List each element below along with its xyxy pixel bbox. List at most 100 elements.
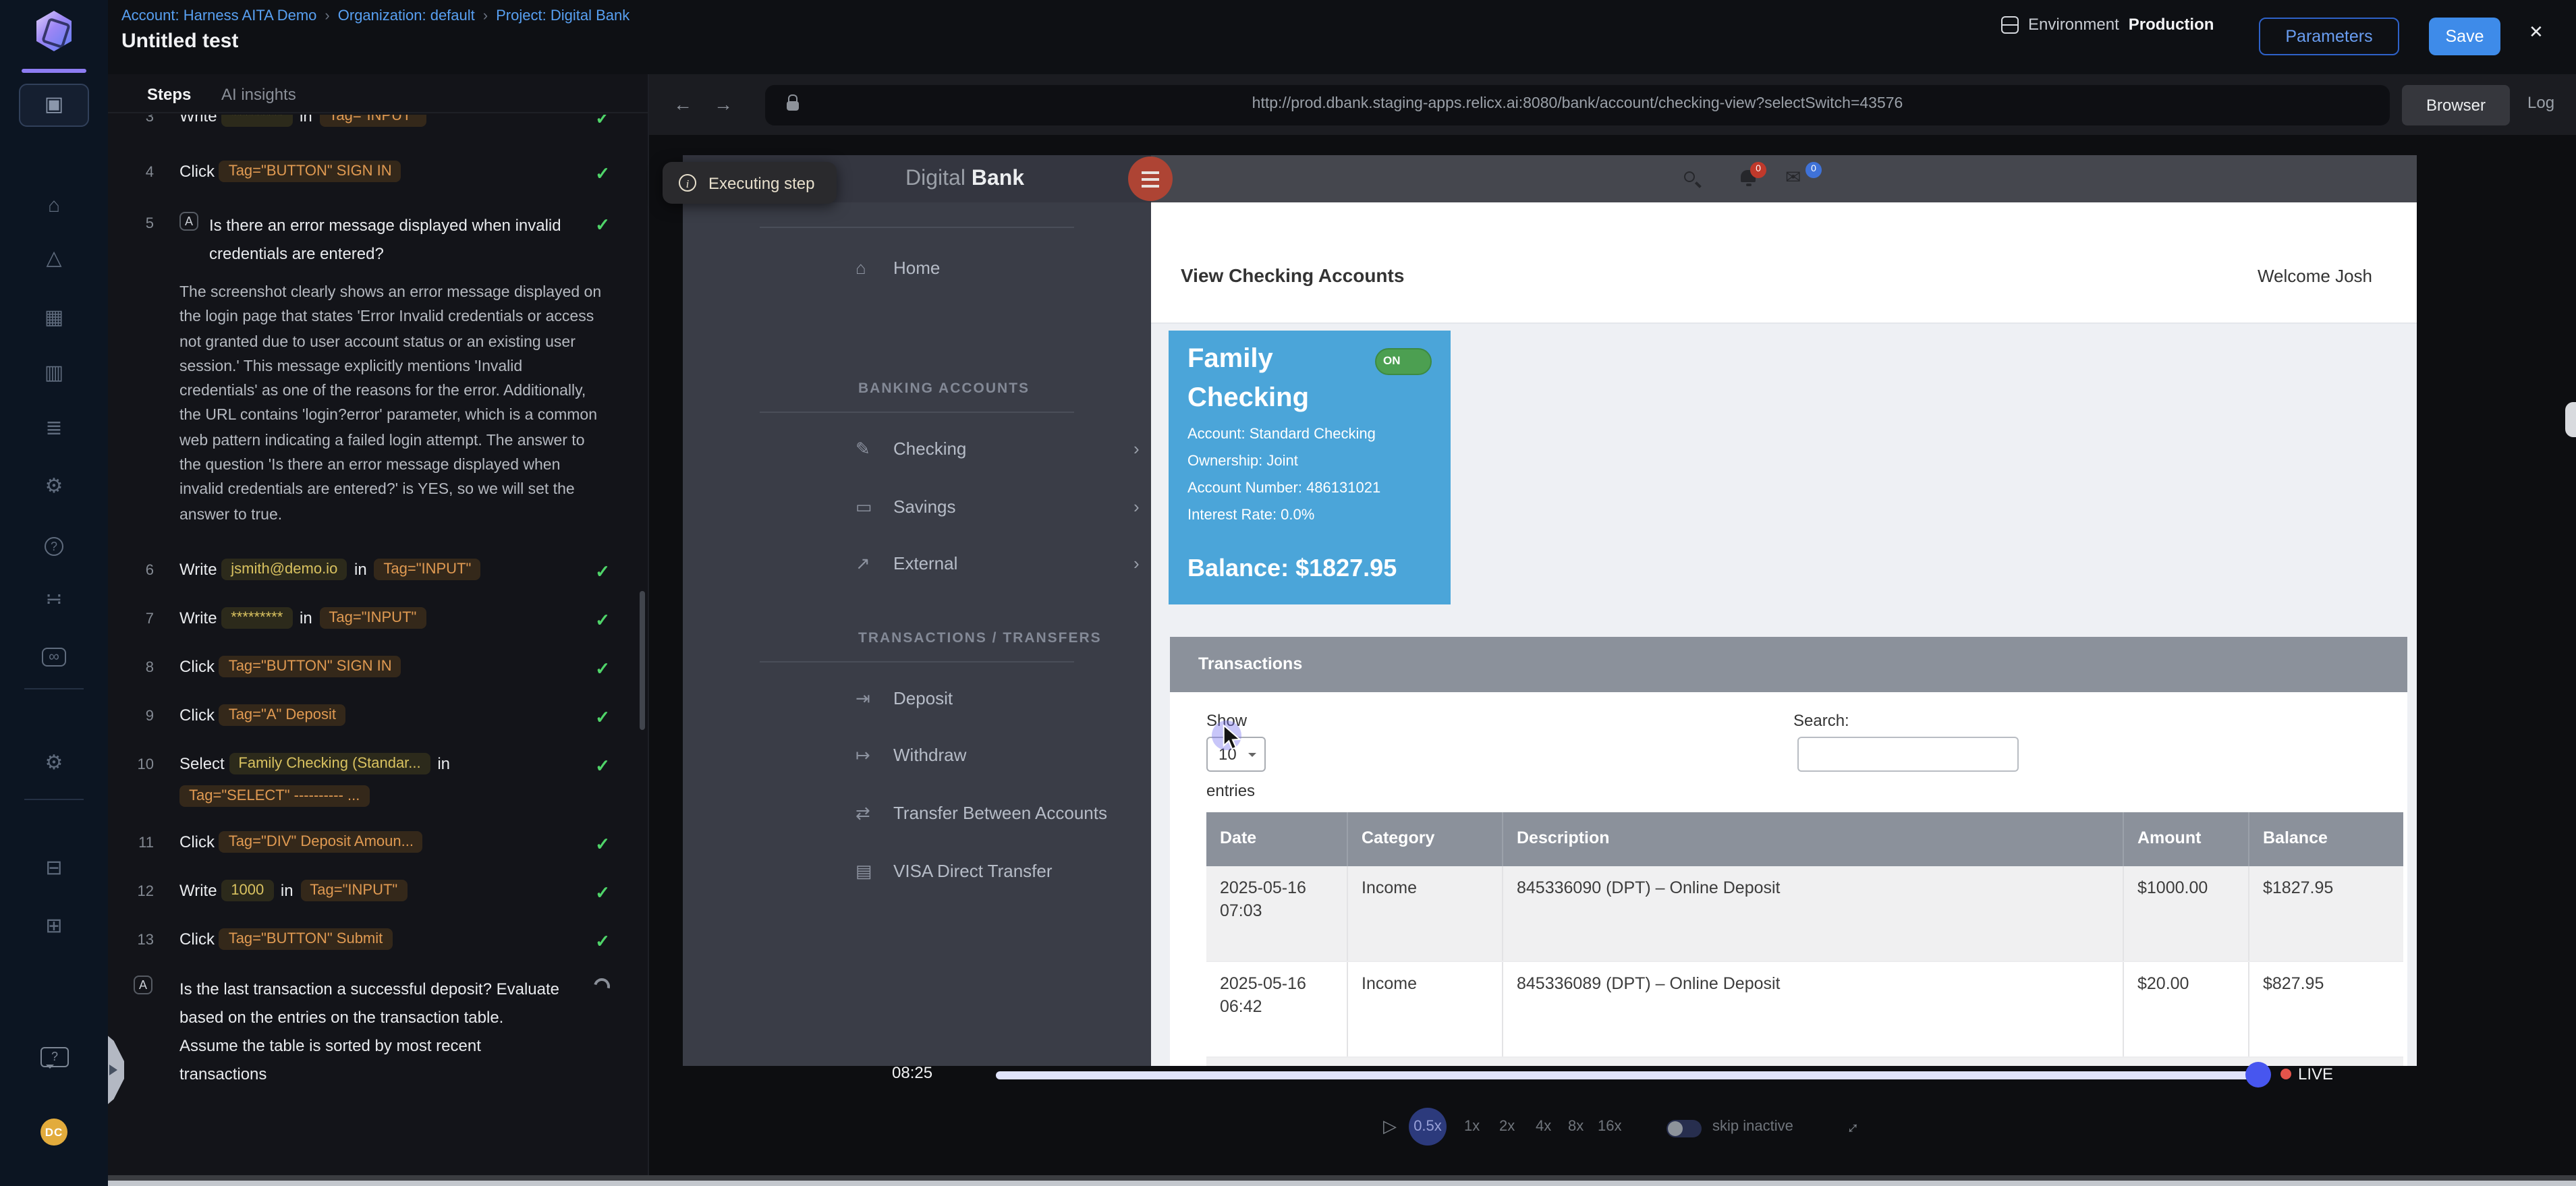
- breadcrumb-organization[interactable]: Organization: default: [338, 8, 475, 24]
- speed-4x-button[interactable]: 4x: [1536, 1119, 1551, 1135]
- browser-navbar: ← → http://prod.dbank.staging-apps.relic…: [649, 74, 2576, 135]
- ci-infinity-icon[interactable]: ∞: [0, 642, 108, 669]
- col-header-description[interactable]: Description: [1502, 812, 2123, 866]
- step-row-10[interactable]: 10 Select Family Checking (Standar... in…: [108, 753, 640, 808]
- col-header-balance[interactable]: Balance: [2248, 812, 2403, 866]
- settings-icon[interactable]: ⚙: [0, 750, 108, 777]
- back-icon[interactable]: ←: [673, 93, 692, 115]
- table-icon[interactable]: ▦: [0, 305, 108, 332]
- modules-icon[interactable]: ▣: [19, 84, 89, 127]
- help-chat-icon[interactable]: ?: [40, 1047, 69, 1067]
- speed-1x-button[interactable]: 1x: [1464, 1119, 1480, 1135]
- parameters-button[interactable]: Parameters: [2259, 18, 2399, 55]
- sidebar-item-savings[interactable]: ▭Savings: [856, 497, 956, 517]
- step-target-chip[interactable]: Tag="INPUT": [319, 115, 426, 127]
- step-row-8[interactable]: 8 Click Tag="BUTTON" SIGN IN ✓: [108, 656, 640, 679]
- playback-progress-bar[interactable]: [996, 1071, 2258, 1079]
- home-icon[interactable]: ⌂: [0, 193, 108, 220]
- step-value-chip[interactable]: *********: [221, 607, 292, 629]
- user-avatar[interactable]: DC: [40, 1119, 67, 1146]
- transactions-panel-header: Transactions: [1170, 637, 2407, 692]
- right-panel-handle[interactable]: [2565, 402, 2576, 437]
- step-target-chip[interactable]: Tag="BUTTON" SIGN IN: [219, 161, 401, 182]
- table-row[interactable]: 2025-05-16 07:03 Income 845336090 (DPT) …: [1206, 866, 2403, 961]
- step-row-12[interactable]: 12 Write 1000 in Tag="INPUT" ✓: [108, 880, 640, 903]
- support-icon[interactable]: ?: [0, 532, 108, 559]
- speed-0.5x-button[interactable]: 0.5x: [1409, 1108, 1447, 1146]
- step-row-7[interactable]: 7 Write ********* in Tag="INPUT" ✓: [108, 607, 640, 630]
- step-value-chip[interactable]: *********: [221, 115, 292, 127]
- skip-inactive-toggle[interactable]: [1667, 1120, 1702, 1137]
- browser-view-button[interactable]: Browser: [2402, 85, 2510, 125]
- sidebar-toggle-button[interactable]: [1128, 157, 1173, 201]
- play-button[interactable]: ▷: [1383, 1116, 1397, 1137]
- col-header-category[interactable]: Category: [1347, 812, 1502, 866]
- family-checking-card[interactable]: Family Checking ON Account: Standard Che…: [1169, 331, 1451, 604]
- harness-logo[interactable]: [36, 11, 72, 51]
- step-target-chip[interactable]: Tag="INPUT": [374, 559, 480, 580]
- search-icon[interactable]: [1684, 171, 1695, 182]
- step-value-chip[interactable]: 1000: [221, 880, 273, 901]
- account-toggle[interactable]: ON: [1375, 348, 1432, 375]
- speed-8x-button[interactable]: 8x: [1568, 1119, 1584, 1135]
- close-icon[interactable]: ✕: [2529, 22, 2544, 43]
- log-view-button[interactable]: Log: [2527, 93, 2554, 112]
- step-row-13[interactable]: 13 Click Tag="BUTTON" Submit ✓: [108, 928, 640, 951]
- forward-icon[interactable]: →: [714, 93, 733, 115]
- step-target-chip[interactable]: Tag="INPUT": [319, 607, 426, 629]
- table-row[interactable]: 2025-05-16 06:42 Income 845336089 (DPT) …: [1206, 961, 2403, 1056]
- sidebar-item-visa-transfer[interactable]: ▤VISA Direct Transfer: [856, 861, 1053, 881]
- boards-icon[interactable]: ▥: [0, 360, 108, 387]
- speed-2x-button[interactable]: 2x: [1499, 1119, 1515, 1135]
- col-header-amount[interactable]: Amount: [2123, 812, 2248, 866]
- sidebar-item-home[interactable]: ⌂Home: [856, 258, 940, 278]
- org-settings-icon[interactable]: ⊞: [0, 913, 108, 940]
- breadcrumb-account[interactable]: Account: Harness AITA Demo: [121, 8, 316, 24]
- step-row-4[interactable]: 4 Click Tag="BUTTON" SIGN IN ✓: [108, 161, 640, 183]
- step-target-chip[interactable]: Tag="BUTTON" Submit: [219, 928, 393, 950]
- lab-icon[interactable]: △: [0, 246, 108, 273]
- save-button[interactable]: Save: [2429, 18, 2500, 55]
- speed-16x-button[interactable]: 16x: [1598, 1119, 1622, 1135]
- step-target-chip[interactable]: Tag="DIV" Deposit Amoun...: [219, 831, 423, 853]
- table-header-row[interactable]: Date Category Description Amount Balance: [1206, 812, 2403, 866]
- url-bar[interactable]: http://prod.dbank.staging-apps.relicx.ai…: [765, 85, 2390, 125]
- step-row-6[interactable]: 6 Write jsmith@demo.io in Tag="INPUT" ✓: [108, 559, 640, 582]
- sidebar-item-withdraw[interactable]: ↦Withdraw: [856, 745, 966, 765]
- bank-logo[interactable]: Digital Bank: [905, 155, 1024, 202]
- step-row-9[interactable]: 9 Click Tag="A" Deposit ✓: [108, 704, 640, 727]
- sidebar-item-deposit[interactable]: ⇥Deposit: [856, 688, 953, 708]
- steps-scrollbar[interactable]: [640, 591, 645, 730]
- sidebar-item-transfer[interactable]: ⇄Transfer Between Accounts: [856, 803, 1107, 823]
- entries-label: entries: [1206, 781, 1255, 800]
- step-row-11[interactable]: 11 Click Tag="DIV" Deposit Amoun... ✓: [108, 831, 640, 854]
- step-row-assert-pending[interactable]: A Is the last transaction a successful d…: [108, 976, 640, 1089]
- step-target-chip[interactable]: Tag="A" Deposit: [219, 704, 345, 726]
- step-value-chip[interactable]: jsmith@demo.io: [221, 559, 347, 580]
- playback-scrubber[interactable]: [2245, 1062, 2271, 1088]
- step-target-chip[interactable]: Tag="SELECT" ---------- ...: [179, 785, 369, 807]
- step-value-chip[interactable]: Family Checking (Standar...: [229, 753, 430, 774]
- horizontal-scrollbar[interactable]: [108, 1175, 2576, 1186]
- environment-value[interactable]: Production: [2129, 15, 2214, 34]
- step-row-3[interactable]: 3 Write ********* in Tag="INPUT" ✓: [108, 115, 640, 128]
- checklist-icon[interactable]: ≣: [0, 416, 108, 443]
- steps-list[interactable]: 3 Write ********* in Tag="INPUT" ✓ 4 Cli…: [108, 115, 640, 1167]
- step-success-icon: ✓: [595, 213, 610, 236]
- gear-icon[interactable]: ⚙: [0, 474, 108, 501]
- url-text[interactable]: http://prod.dbank.staging-apps.relicx.ai…: [765, 96, 2390, 112]
- breadcrumb-project[interactable]: Project: Digital Bank: [496, 8, 629, 24]
- tab-steps[interactable]: Steps: [147, 85, 191, 104]
- tab-ai-insights[interactable]: AI insights: [221, 85, 296, 104]
- step-target-chip[interactable]: Tag="BUTTON" SIGN IN: [219, 656, 401, 677]
- step-row-5[interactable]: 5 AIs there an error message displayed w…: [108, 212, 640, 269]
- pipelines-icon[interactable]: ∺: [0, 587, 108, 614]
- project-settings-icon[interactable]: ⊟: [0, 855, 108, 882]
- sidebar-item-external[interactable]: ↗External: [856, 553, 957, 573]
- mail-icon[interactable]: ✉: [1785, 166, 1801, 189]
- sidebar-item-checking[interactable]: ✎Checking: [856, 439, 966, 459]
- col-header-date[interactable]: Date: [1206, 812, 1347, 866]
- step-target-chip[interactable]: Tag="INPUT": [300, 880, 407, 901]
- search-input[interactable]: [1797, 737, 2019, 772]
- fullscreen-icon[interactable]: ↔: [1837, 1112, 1864, 1139]
